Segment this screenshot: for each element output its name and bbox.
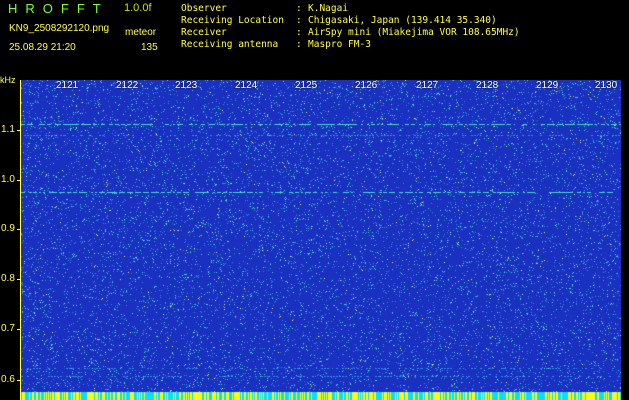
time-label-2124: 2124 — [235, 80, 258, 91]
freq-label-0.6: 0.6 — [1, 374, 15, 385]
freq-tick-0.9 — [17, 229, 21, 230]
freq-tick-0.8 — [17, 279, 21, 280]
observer-separator: : — [296, 3, 302, 14]
meteor-label: meteor — [125, 27, 157, 38]
freq-label-0.8: 0.8 — [1, 273, 15, 284]
timestamp-label: 25.08.29 21:20 — [9, 42, 76, 53]
spectrogram[interactable] — [21, 80, 621, 400]
observer-value: K.Nagai — [308, 3, 349, 14]
freq-tick-0.7 — [17, 329, 21, 330]
time-label-2128: 2128 — [476, 80, 499, 91]
freq-tick-1.0 — [17, 180, 21, 181]
version-label: 1.0.0f — [124, 2, 152, 14]
antenna-separator: : — [296, 39, 302, 50]
location-label: Receiving Location — [181, 15, 284, 26]
freq-label-1.1: 1.1 — [1, 124, 15, 135]
freq-label-1.0: 1.0 — [1, 174, 15, 185]
location-separator: : — [296, 15, 302, 26]
location-value: Chigasaki, Japan (139.414 35.340) — [308, 15, 497, 26]
time-label-2130: 2130 — [595, 80, 618, 91]
header-panel: HROFFT 1.0.0f KN9_2508292120.png meteor … — [0, 0, 629, 74]
antenna-label: Receiving antenna — [181, 39, 279, 50]
receiver-value: AirSpy mini (Miakejima VOR 108.65MHz) — [308, 27, 520, 38]
meteor-count: 135 — [141, 42, 158, 53]
filename-label: KN9_2508292120.png — [9, 23, 110, 34]
antenna-value: Maspro FM-3 — [308, 39, 371, 50]
time-label-2125: 2125 — [295, 80, 318, 91]
observer-label: Observer — [181, 3, 227, 14]
app-title: HROFFT — [8, 1, 109, 16]
spectrogram-canvas[interactable] — [21, 80, 621, 400]
receiver-label: Receiver — [181, 27, 227, 38]
time-label-2121: 2121 — [56, 80, 79, 91]
time-label-2122: 2122 — [116, 80, 139, 91]
time-label-2127: 2127 — [416, 80, 439, 91]
frequency-axis-line — [20, 80, 21, 400]
receiver-separator: : — [296, 27, 302, 38]
time-label-2126: 2126 — [355, 80, 378, 91]
frequency-unit-label: kHz — [0, 75, 16, 85]
freq-tick-1.1 — [17, 130, 21, 131]
time-label-2129: 2129 — [536, 80, 559, 91]
freq-label-0.7: 0.7 — [1, 323, 15, 334]
freq-tick-0.6 — [17, 380, 21, 381]
freq-label-0.9: 0.9 — [1, 223, 15, 234]
time-label-2123: 2123 — [175, 80, 198, 91]
